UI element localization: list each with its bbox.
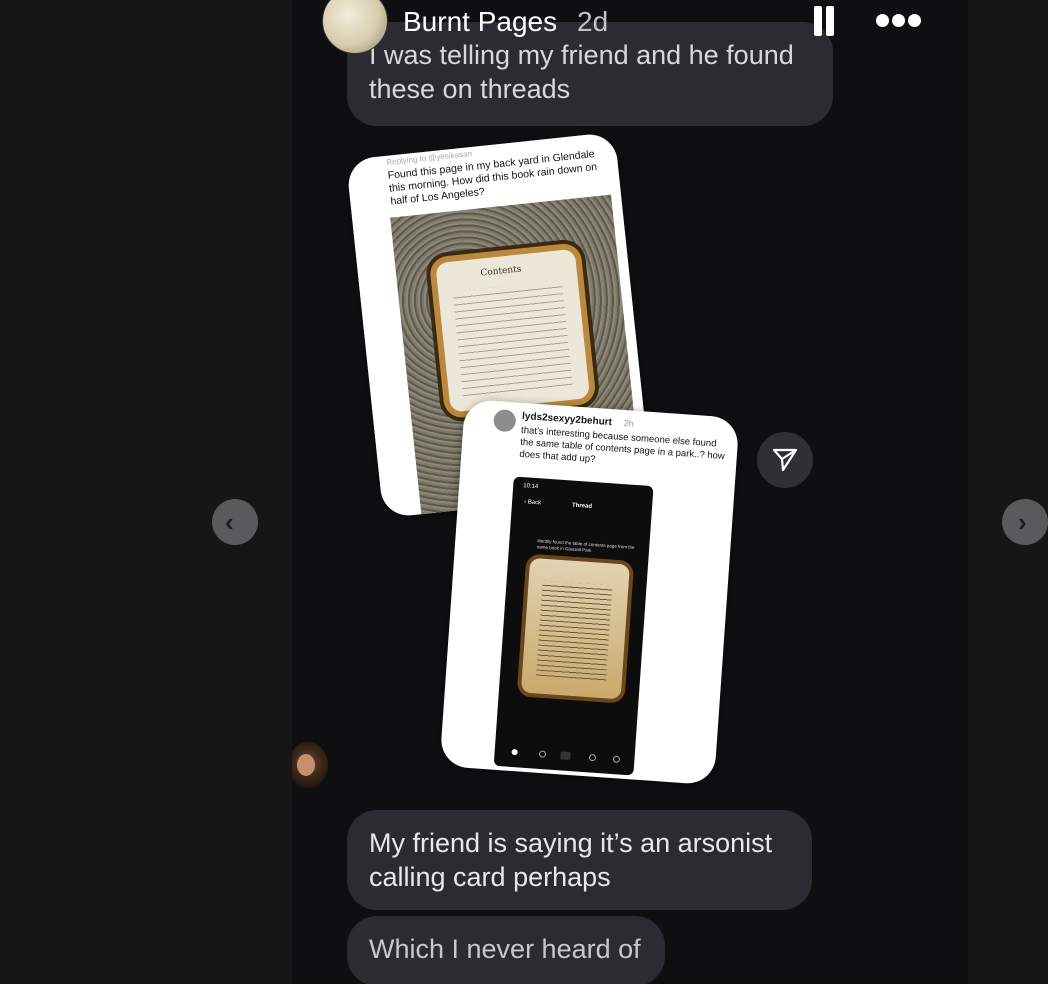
phone-page-lines — [535, 580, 613, 682]
pause-icon-bar — [826, 6, 834, 36]
phone-tab-bar — [511, 749, 620, 763]
burnt-page: Contents — [435, 248, 591, 413]
pause-icon — [814, 6, 822, 36]
chevron-left-icon: ‹ — [225, 507, 234, 537]
more-dot — [892, 14, 905, 27]
author-name[interactable]: Burnt Pages — [403, 6, 557, 38]
phone-time: 10:14 — [523, 483, 539, 491]
more-options-button[interactable] — [874, 12, 922, 30]
more-dot — [908, 14, 921, 27]
author-avatar[interactable] — [322, 0, 388, 54]
page-title: Contents — [480, 264, 522, 279]
phone-post-text: literally found the table of contents pa… — [536, 538, 635, 554]
phone-title: Thread — [571, 502, 593, 510]
story-header: Burnt Pages 2d — [292, 0, 968, 54]
sender-avatar[interactable] — [292, 742, 328, 788]
phone-burnt-page — [520, 557, 630, 700]
story-timestamp: 2d — [577, 6, 609, 37]
more-horizontal-icon — [876, 14, 889, 27]
reply-text: that’s interesting because someone else … — [519, 424, 726, 466]
chevron-right-icon: › — [1018, 507, 1027, 537]
contents-lines — [452, 280, 574, 402]
pause-button[interactable] — [812, 6, 836, 36]
message-bubble: My friend is saying it’s an arsonist cal… — [347, 810, 812, 910]
next-story-button[interactable]: › — [1002, 499, 1048, 545]
reply-avatar — [493, 408, 517, 433]
share-button[interactable] — [757, 432, 813, 488]
send-icon — [772, 448, 798, 472]
reply-time: 2h — [623, 417, 635, 429]
phone-screenshot: 10:14 ‹ Back Thread literally found the … — [493, 476, 654, 776]
phone-back: ‹ Back — [523, 499, 542, 507]
story-viewer: Burnt Pages 2d I was telling my friend a… — [292, 0, 968, 984]
threads-reply-card: lyds2sexyy2behurt 2h that’s interesting … — [439, 398, 740, 786]
message-bubble: Which I never heard of — [347, 916, 665, 984]
previous-story-button[interactable]: ‹ — [212, 499, 258, 545]
